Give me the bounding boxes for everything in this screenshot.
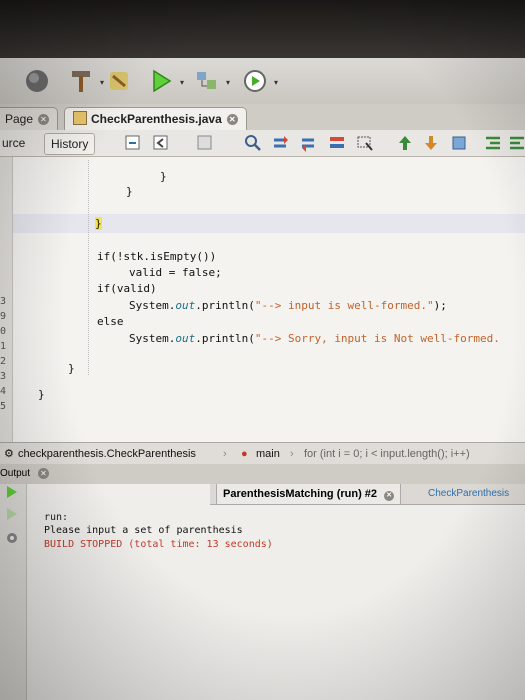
line-number: 5	[0, 401, 7, 412]
method-icon: ●	[241, 448, 248, 460]
toggle-highlight-icon[interactable]	[328, 134, 346, 152]
settings-icon[interactable]	[4, 530, 22, 546]
code-token: );	[433, 299, 447, 312]
previous-bookmark-icon[interactable]	[396, 134, 414, 152]
run-tab-label: ParenthesisMatching (run) #2	[223, 488, 378, 500]
tab-check-parenthesis-output[interactable]: CheckParenthesis	[422, 484, 515, 504]
code-line: }	[95, 217, 102, 230]
output-title[interactable]: Output	[0, 464, 30, 484]
line-number: 2	[0, 356, 7, 367]
matched-brace: }	[95, 217, 102, 230]
code-line: System.out.println("--> Sorry, input is …	[129, 332, 500, 345]
build-status: BUILD STOPPED (total time: 13 seconds)	[44, 539, 273, 550]
output-line: run:	[44, 512, 69, 523]
string-literal: "--> input is well-formed."	[254, 299, 434, 312]
clean-and-build-icon[interactable]	[104, 66, 134, 96]
rerun-icon[interactable]	[4, 484, 20, 500]
rerun-with-params-icon[interactable]	[4, 506, 20, 522]
line-number: 3	[0, 296, 7, 307]
line-number: 0	[0, 326, 7, 337]
code-editor[interactable]: 3 9 0 1 2 3 4 5 } } } if(!stk.isEmpty())…	[0, 157, 525, 442]
code-token: System.	[129, 299, 176, 312]
toggle-bookmark-icon[interactable]	[450, 134, 468, 152]
code-line: }	[126, 185, 133, 198]
source-button[interactable]: urce	[0, 133, 31, 153]
find-icon[interactable]	[244, 134, 262, 152]
shift-left-icon[interactable]	[484, 134, 502, 152]
breadcrumb-loop[interactable]: for (int i = 0; i < input.length(); i++)	[304, 443, 470, 465]
breadcrumb-class[interactable]: checkparenthesis.CheckParenthesis	[18, 443, 196, 465]
clean-build-icon[interactable]	[22, 66, 52, 96]
history-button[interactable]: History	[44, 133, 96, 155]
close-icon[interactable]: ✕	[38, 114, 50, 125]
main-toolbar: ▾ ▾ ▾ ▾	[0, 58, 525, 105]
run-icon[interactable]: ▾	[146, 66, 184, 96]
code-token: .println(	[195, 299, 255, 312]
code-line: }	[160, 170, 167, 183]
close-icon[interactable]: ✕	[384, 491, 395, 501]
close-icon[interactable]: ✕	[38, 468, 49, 479]
line-number: 4	[0, 386, 7, 397]
code-line: if(valid)	[97, 282, 157, 295]
code-token: .println(	[195, 332, 255, 345]
editor-toolbar: urce History	[0, 130, 525, 157]
code-line: else	[97, 315, 124, 328]
output-header: Output ✕	[0, 464, 525, 485]
debug-icon[interactable]: ▾	[192, 66, 230, 96]
tab-file-label: CheckParenthesis.java	[91, 112, 222, 126]
shift-right-icon[interactable]	[508, 134, 525, 152]
code-token: System.	[129, 332, 176, 345]
chevron-right-icon: ›	[290, 448, 294, 460]
tab-run-output[interactable]: ParenthesisMatching (run) #2 ✕	[216, 484, 402, 504]
code-line: System.out.println("--> input is well-fo…	[129, 299, 447, 312]
code-line: }	[68, 362, 75, 375]
editor-tabs: Page ✕ CheckParenthesis.java ✕	[0, 104, 525, 131]
java-file-icon	[73, 111, 87, 125]
chevron-right-icon: ›	[223, 448, 227, 460]
code-line: }	[38, 388, 45, 401]
output-panel: ParenthesisMatching (run) #2 ✕ CheckPare…	[0, 484, 525, 700]
find-next-icon[interactable]	[300, 134, 318, 152]
breadcrumb: ⚙ checkparenthesis.CheckParenthesis › ● …	[0, 442, 525, 466]
hammer-icon[interactable]: ▾	[66, 66, 104, 96]
line-number: 1	[0, 341, 7, 352]
output-line: Please input a set of parenthesis	[44, 525, 243, 536]
string-literal: "--> Sorry, input is Not well-formed.	[254, 332, 500, 345]
code-token: out	[175, 332, 196, 345]
toggle-rectangular-selection-icon[interactable]	[356, 134, 374, 152]
output-side-toolbar	[0, 484, 27, 700]
code-line: valid = false;	[129, 266, 222, 279]
breadcrumb-method[interactable]: main	[256, 443, 280, 465]
profile-icon[interactable]: ▾	[240, 66, 278, 96]
line-number: 3	[0, 371, 7, 382]
class-icon: ⚙	[4, 448, 14, 460]
output-run-tabs: ParenthesisMatching (run) #2 ✕ CheckPare…	[210, 484, 525, 505]
fold-guide	[88, 160, 90, 375]
find-previous-icon[interactable]	[272, 134, 290, 152]
close-icon[interactable]: ✕	[226, 114, 238, 125]
forward-icon[interactable]	[196, 134, 214, 152]
last-edit-icon[interactable]	[124, 134, 142, 152]
tab-start-page-label: Page	[5, 112, 34, 126]
line-number: 9	[0, 311, 7, 322]
code-line: if(!stk.isEmpty())	[97, 250, 217, 263]
photo-background	[0, 0, 525, 60]
tab-start-page[interactable]: Page ✕	[0, 107, 59, 130]
code-token: out	[175, 299, 196, 312]
back-icon[interactable]	[152, 134, 170, 152]
tab-check-parenthesis[interactable]: CheckParenthesis.java ✕	[64, 107, 247, 130]
next-bookmark-icon[interactable]	[422, 134, 440, 152]
